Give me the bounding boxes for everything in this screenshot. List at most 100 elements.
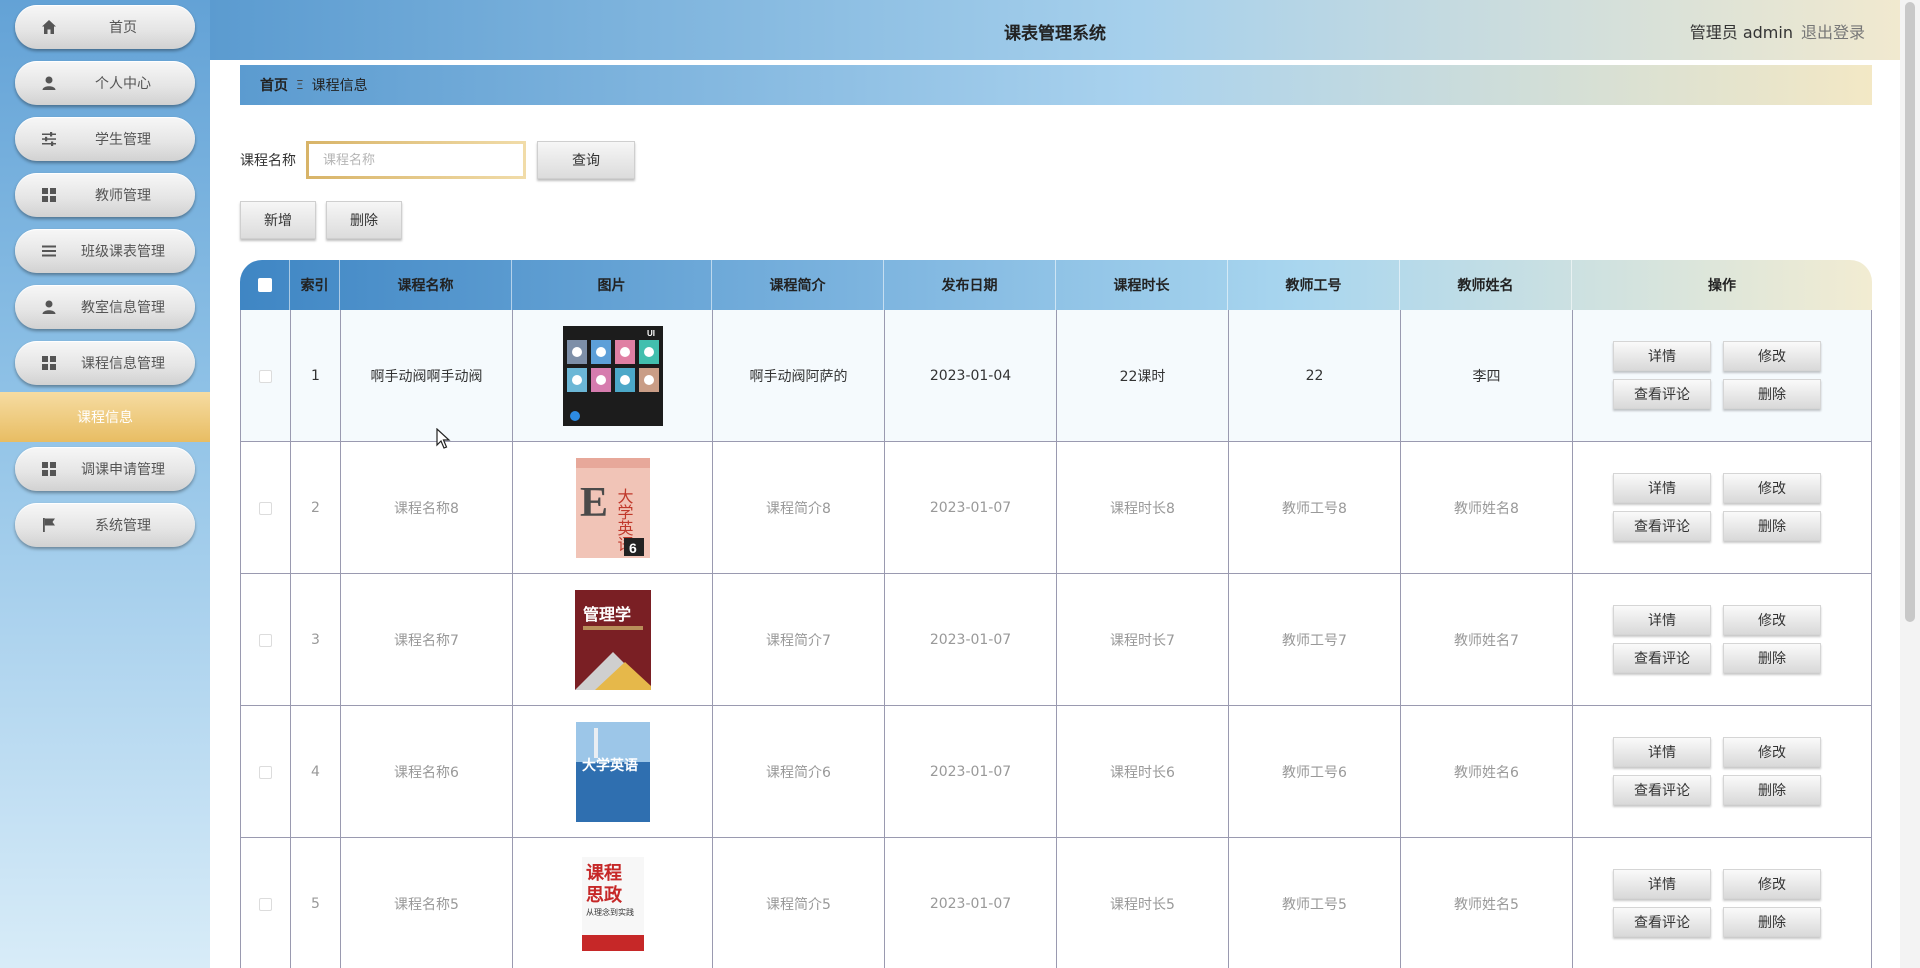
cover-ideology-subtitle: 从理念到实践 [586, 907, 634, 917]
date-cell: 2023-01-07 [884, 838, 1056, 968]
sidebar-item-classrooms[interactable]: 教室信息管理 [15, 285, 195, 329]
logout-link[interactable]: 退出登录 [1801, 23, 1865, 42]
edit-button[interactable]: 修改 [1723, 737, 1821, 767]
index-cell: 5 [290, 838, 340, 968]
course-image: 大学英语 [563, 722, 663, 822]
column-header: 索引 [290, 260, 340, 310]
index-cell: 1 [290, 310, 340, 442]
grid-icon [42, 356, 56, 370]
sidebar-item-home[interactable]: 首页 [15, 5, 195, 49]
breadcrumb-home[interactable]: 首页 [260, 75, 288, 95]
delete-button[interactable]: 删除 [1723, 907, 1821, 937]
sidebar-item-profile[interactable]: 个人中心 [15, 61, 195, 105]
date-cell: 2023-01-07 [884, 706, 1056, 838]
sidebar-item-class-schedule[interactable]: 班级课表管理 [15, 229, 195, 273]
view-comments-button[interactable]: 查看评论 [1613, 643, 1711, 673]
grid-icon [42, 188, 56, 202]
actions-cell: 详情 修改 查看评论 删除 [1572, 706, 1872, 838]
sliders-icon [42, 132, 56, 146]
header-checkbox-cell [240, 260, 290, 310]
teacher-id-cell: 教师工号7 [1228, 574, 1400, 706]
teacher-name-cell: 教师姓名7 [1400, 574, 1572, 706]
intro-cell: 课程简介5 [712, 838, 884, 968]
checkbox-cell [240, 838, 290, 968]
college-english-blue-cover-image: 大学英语 [575, 722, 650, 822]
actions-cell: 详情 修改 查看评论 删除 [1572, 310, 1872, 442]
search-button[interactable]: 查询 [537, 141, 635, 179]
detail-button[interactable]: 详情 [1613, 605, 1711, 635]
duration-cell: 课程时长7 [1056, 574, 1228, 706]
sidebar-item-adjustments[interactable]: 调课申请管理 [15, 447, 195, 491]
table-row: 5 课程名称5 课程 思政 从理念到实践 课程简介5 2023-01-07 课程… [240, 838, 1872, 968]
table-row: 3 课程名称7 管理学 课程简介7 2023-01-07 课程时长7 教师工号7… [240, 574, 1872, 706]
teacher-id-cell: 教师工号8 [1228, 442, 1400, 574]
sidebar: 首页 个人中心 学生管理 教师管理 班级课表管理 教室信息管理 课程信息管理 课… [0, 0, 210, 968]
table-row: 4 课程名称6 大学英语 课程简介6 2023-01-07 课程时长6 教师工号… [240, 706, 1872, 838]
batch-delete-button[interactable]: 删除 [326, 201, 402, 239]
select-all-checkbox[interactable] [257, 278, 272, 292]
row-checkbox[interactable] [259, 765, 272, 779]
view-comments-button[interactable]: 查看评论 [1613, 775, 1711, 805]
intro-cell: 啊手动阀阿萨的 [712, 310, 884, 442]
edit-button[interactable]: 修改 [1723, 869, 1821, 899]
table-row: 1 啊手动阀啊手动阀 UI 啊手动阀阿萨的 2023-01-04 22课时 22… [240, 310, 1872, 442]
row-actions: 详情 修改 查看评论 删除 [1613, 473, 1831, 543]
column-header: 课程名称 [340, 260, 512, 310]
user-name: 管理员 admin [1689, 23, 1793, 42]
column-header: 课程时长 [1056, 260, 1228, 310]
table-header: 索引 课程名称 图片 课程简介 发布日期 课程时长 教师工号 教师姓名 操作 [240, 260, 1872, 310]
checkbox-cell [240, 706, 290, 838]
search-input[interactable] [309, 144, 523, 176]
detail-button[interactable]: 详情 [1613, 341, 1711, 371]
edit-button[interactable]: 修改 [1723, 605, 1821, 635]
scrollbar-thumb[interactable] [1905, 2, 1915, 622]
image-cell: 大学英语 [512, 706, 712, 838]
row-actions: 详情 修改 查看评论 删除 [1613, 737, 1831, 807]
view-comments-button[interactable]: 查看评论 [1613, 379, 1711, 409]
duration-cell: 课程时长8 [1056, 442, 1228, 574]
actions-cell: 详情 修改 查看评论 删除 [1572, 574, 1872, 706]
edit-button[interactable]: 修改 [1723, 473, 1821, 503]
ideology-cover-image: 课程 思政 从理念到实践 [581, 857, 644, 951]
sidebar-item-students[interactable]: 学生管理 [15, 117, 195, 161]
add-button[interactable]: 新增 [240, 201, 316, 239]
delete-button[interactable]: 删除 [1723, 643, 1821, 673]
cover-ideology-title-2: 思政 [586, 884, 623, 906]
home-icon [42, 20, 56, 34]
page-scrollbar[interactable] [1900, 0, 1920, 968]
view-comments-button[interactable]: 查看评论 [1613, 907, 1711, 937]
row-checkbox[interactable] [259, 633, 272, 647]
sidebar-item-courses[interactable]: 课程信息管理 [15, 341, 195, 385]
edit-button[interactable]: 修改 [1723, 341, 1821, 371]
cover-management-title: 管理学 [583, 605, 631, 624]
actions-cell: 详情 修改 查看评论 删除 [1572, 442, 1872, 574]
cover-english-level: 6 [629, 540, 637, 556]
list-icon [42, 245, 56, 257]
sidebar-subitem-course-info[interactable]: 课程信息 [0, 392, 210, 442]
row-actions: 详情 修改 查看评论 删除 [1613, 605, 1831, 675]
delete-button[interactable]: 删除 [1723, 775, 1821, 805]
delete-button[interactable]: 删除 [1723, 379, 1821, 409]
checkbox-cell [240, 442, 290, 574]
row-checkbox[interactable] [259, 369, 272, 383]
row-checkbox[interactable] [259, 897, 272, 911]
flag-icon [43, 518, 55, 532]
row-actions: 详情 修改 查看评论 删除 [1613, 341, 1831, 411]
index-cell: 3 [290, 574, 340, 706]
column-header: 教师姓名 [1400, 260, 1572, 310]
view-comments-button[interactable]: 查看评论 [1613, 511, 1711, 541]
intro-cell: 课程简介7 [712, 574, 884, 706]
breadcrumb: 首页 Ξ 课程信息 [240, 65, 1872, 105]
detail-button[interactable]: 详情 [1613, 869, 1711, 899]
cover-ui-badge: UI [647, 329, 655, 338]
checkbox-cell [240, 574, 290, 706]
date-cell: 2023-01-04 [884, 310, 1056, 442]
detail-button[interactable]: 详情 [1613, 737, 1711, 767]
detail-button[interactable]: 详情 [1613, 473, 1711, 503]
delete-button[interactable]: 删除 [1723, 511, 1821, 541]
sidebar-item-system[interactable]: 系统管理 [15, 503, 195, 547]
row-actions: 详情 修改 查看评论 删除 [1613, 869, 1831, 939]
row-checkbox[interactable] [259, 501, 272, 515]
management-cover-image: 管理学 [574, 590, 651, 690]
sidebar-item-teachers[interactable]: 教师管理 [15, 173, 195, 217]
